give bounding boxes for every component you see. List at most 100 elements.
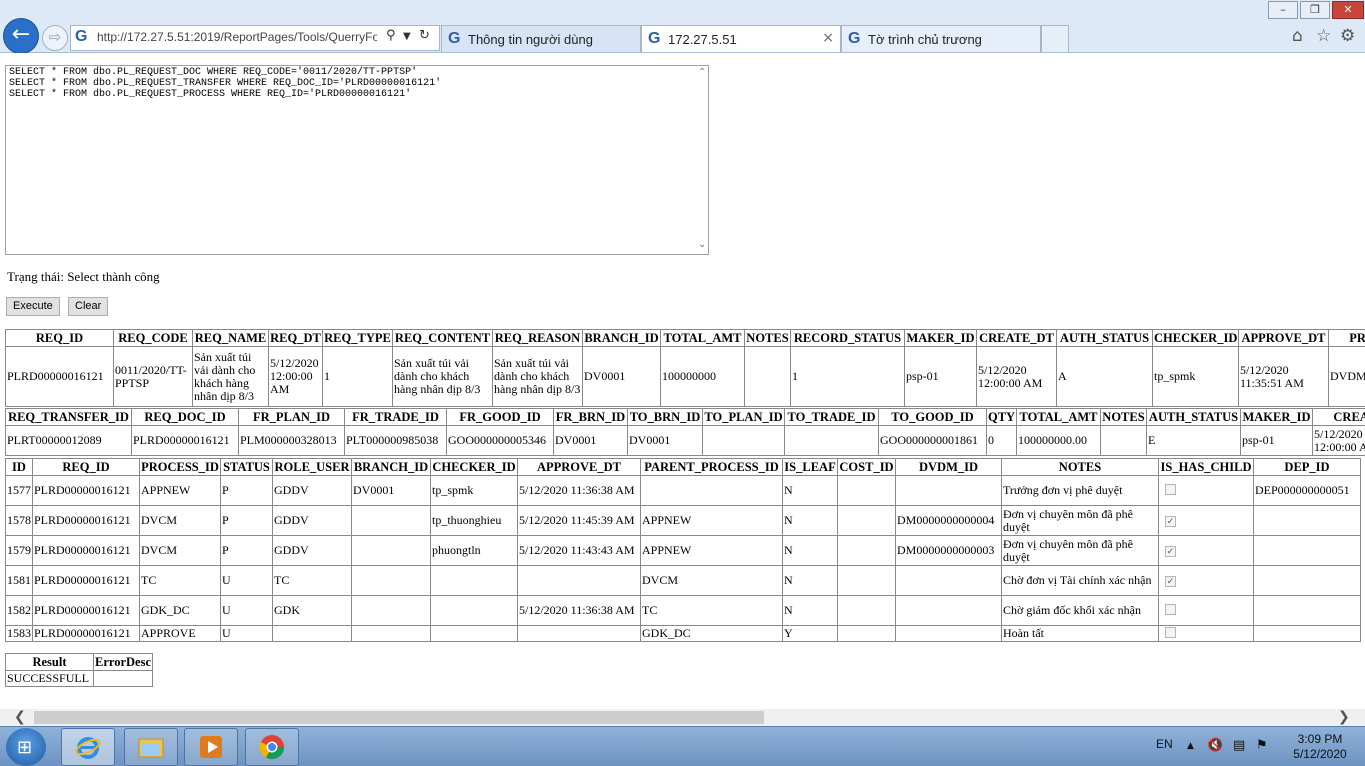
table-cell: N bbox=[783, 566, 838, 596]
internet-explorer-icon bbox=[74, 733, 102, 761]
query-textarea[interactable]: SELECT * FROM dbo.PL_REQUEST_DOC WHERE R… bbox=[5, 65, 709, 255]
column-header: REQ_CODE bbox=[114, 330, 193, 347]
taskbar-ie-button[interactable] bbox=[61, 728, 115, 766]
table-cell: 5/12/2020 11:45:39 AM bbox=[518, 506, 641, 536]
address-bar[interactable]: G http://172.27.5.51:2019/ReportPages/To… bbox=[70, 25, 440, 51]
table-cell: DV0001 bbox=[554, 426, 628, 456]
new-tab-button[interactable] bbox=[1041, 25, 1069, 52]
browser-chrome: ← ⇨ G http://172.27.5.51:2019/ReportPage… bbox=[0, 0, 1365, 53]
checkbox-checked[interactable]: ✓ bbox=[1165, 576, 1176, 587]
start-button[interactable]: ⊞ bbox=[6, 728, 46, 766]
media-player-icon bbox=[197, 733, 225, 761]
table-header-row: ResultErrorDesc bbox=[6, 654, 153, 671]
back-button[interactable]: ← bbox=[3, 18, 39, 54]
volume-muted-icon[interactable]: 🔇 bbox=[1207, 738, 1223, 753]
column-header: DVDM_ID bbox=[896, 459, 1002, 476]
column-header: MAKER_ID bbox=[1241, 409, 1313, 426]
scroll-right-icon[interactable]: ❯ bbox=[1338, 709, 1350, 725]
column-header: TOTAL_AMT bbox=[661, 330, 745, 347]
network-icon[interactable]: ▤ bbox=[1233, 738, 1245, 753]
table-cell: psp-01 bbox=[1241, 426, 1313, 456]
column-header: ErrorDesc bbox=[94, 654, 153, 671]
table-row: PLRD000000161210011/2020/TT-PPTSPSản xuấ… bbox=[6, 347, 1365, 407]
column-header: FR_PLAN_ID bbox=[239, 409, 345, 426]
taskbar-explorer-button[interactable] bbox=[124, 728, 178, 766]
column-header: PARENT_PROCESS_ID bbox=[641, 459, 783, 476]
table-cell: E bbox=[1147, 426, 1241, 456]
column-header: CREATE bbox=[1313, 409, 1365, 426]
table-cell bbox=[1159, 596, 1254, 626]
table-cell: GDDV bbox=[273, 476, 352, 506]
column-header: FR_TRADE_ID bbox=[345, 409, 447, 426]
scroll-up-icon[interactable]: ⌃ bbox=[698, 67, 706, 78]
taskbar-chrome-button[interactable] bbox=[245, 728, 299, 766]
action-center-flag-icon[interactable]: ⚑ bbox=[1256, 738, 1268, 753]
checkbox-checked[interactable]: ✓ bbox=[1165, 516, 1176, 527]
clear-button[interactable]: Clear bbox=[68, 297, 108, 316]
table-cell: 1 bbox=[791, 347, 905, 407]
request-doc-table: REQ_IDREQ_CODEREQ_NAMEREQ_DTREQ_TYPEREQ_… bbox=[5, 329, 1365, 407]
search-icon[interactable]: ⚲ bbox=[386, 28, 396, 43]
close-window-button[interactable]: ✕ bbox=[1332, 1, 1364, 19]
column-header: REQ_ID bbox=[33, 459, 140, 476]
column-header: REQ_CONTENT bbox=[393, 330, 493, 347]
favorites-star-icon[interactable]: ☆ bbox=[1316, 26, 1331, 46]
column-header: RECORD_STATUS bbox=[791, 330, 905, 347]
column-header: REQ_DT bbox=[269, 330, 323, 347]
checkbox-checked[interactable]: ✓ bbox=[1165, 546, 1176, 557]
column-header: ROLE_USER bbox=[273, 459, 352, 476]
scrollbar-thumb[interactable] bbox=[34, 711, 764, 724]
table-cell: Chờ đơn vị Tài chính xác nhận bbox=[1002, 566, 1159, 596]
scroll-left-icon[interactable]: ❮ bbox=[14, 709, 26, 725]
forward-button[interactable]: ⇨ bbox=[42, 25, 68, 51]
table-cell: 5/12/2020 12:00:00 AM bbox=[1313, 426, 1365, 456]
tab-close-icon[interactable]: × bbox=[822, 30, 834, 46]
checkbox-unchecked[interactable] bbox=[1165, 484, 1176, 495]
table-cell: GOO000000005346 bbox=[447, 426, 554, 456]
table-cell: PLRD00000016121 bbox=[33, 506, 140, 536]
checkbox-unchecked[interactable] bbox=[1165, 627, 1176, 638]
windows-taskbar: ⊞ EN ▲ 🔇 ▤ ⚑ 3:09 PM 5/12/2020 bbox=[0, 726, 1365, 766]
column-header: TO_BRN_ID bbox=[628, 409, 703, 426]
show-hidden-icons-icon[interactable]: ▲ bbox=[1187, 741, 1194, 751]
table-cell bbox=[641, 476, 783, 506]
table-cell bbox=[1101, 426, 1147, 456]
checkbox-unchecked[interactable] bbox=[1165, 604, 1176, 615]
table-cell: TC bbox=[273, 566, 352, 596]
taskbar-clock[interactable]: 3:09 PM 5/12/2020 bbox=[1290, 732, 1350, 762]
taskbar-media-button[interactable] bbox=[184, 728, 238, 766]
scroll-down-icon[interactable]: ⌄ bbox=[698, 239, 706, 250]
table-cell: Y bbox=[783, 626, 838, 642]
tab-favicon-icon: G bbox=[448, 30, 460, 48]
execute-button[interactable]: Execute bbox=[6, 297, 60, 316]
maximize-button[interactable]: ❐ bbox=[1300, 1, 1330, 19]
table-cell bbox=[352, 626, 431, 642]
table-cell: N bbox=[783, 536, 838, 566]
table-cell: DM0000000000004 bbox=[896, 506, 1002, 536]
query-scrollbar[interactable]: ⌃ ⌄ bbox=[697, 67, 708, 253]
language-indicator[interactable]: EN bbox=[1156, 737, 1173, 751]
tab-active[interactable]: G 172.27.5.51 × bbox=[641, 25, 841, 52]
home-icon[interactable]: ⌂ bbox=[1292, 26, 1303, 46]
table-cell: DV0001 bbox=[352, 476, 431, 506]
dropdown-arrow-icon[interactable]: ▼ bbox=[403, 31, 411, 42]
table-cell: 5/12/2020 12:00:00 AM bbox=[977, 347, 1057, 407]
settings-gear-icon[interactable]: ⚙ bbox=[1340, 26, 1355, 46]
table-header-row: REQ_IDREQ_CODEREQ_NAMEREQ_DTREQ_TYPEREQ_… bbox=[6, 330, 1365, 347]
url-text[interactable]: http://172.27.5.51:2019/ReportPages/Tool… bbox=[97, 30, 377, 44]
table-row: SUCCESSFULL bbox=[6, 671, 153, 687]
table-cell bbox=[896, 596, 1002, 626]
column-header: TO_PLAN_ID bbox=[703, 409, 785, 426]
tab-user-info[interactable]: G Thông tin người dùng bbox=[441, 25, 641, 52]
clock-date: 5/12/2020 bbox=[1290, 747, 1350, 762]
table-cell: DVCM bbox=[140, 506, 221, 536]
column-header: STATUS bbox=[221, 459, 273, 476]
table-cell bbox=[1254, 596, 1361, 626]
table-cell bbox=[838, 596, 896, 626]
tab-proposal[interactable]: G Tờ trình chủ trương bbox=[841, 25, 1041, 52]
refresh-icon[interactable]: ↻ bbox=[419, 28, 430, 43]
horizontal-scrollbar[interactable]: ❮ ❯ bbox=[0, 709, 1365, 726]
minimize-button[interactable]: – bbox=[1268, 1, 1298, 19]
column-header: AUTH_STATUS bbox=[1147, 409, 1241, 426]
column-header: AUTH_STATUS bbox=[1057, 330, 1153, 347]
